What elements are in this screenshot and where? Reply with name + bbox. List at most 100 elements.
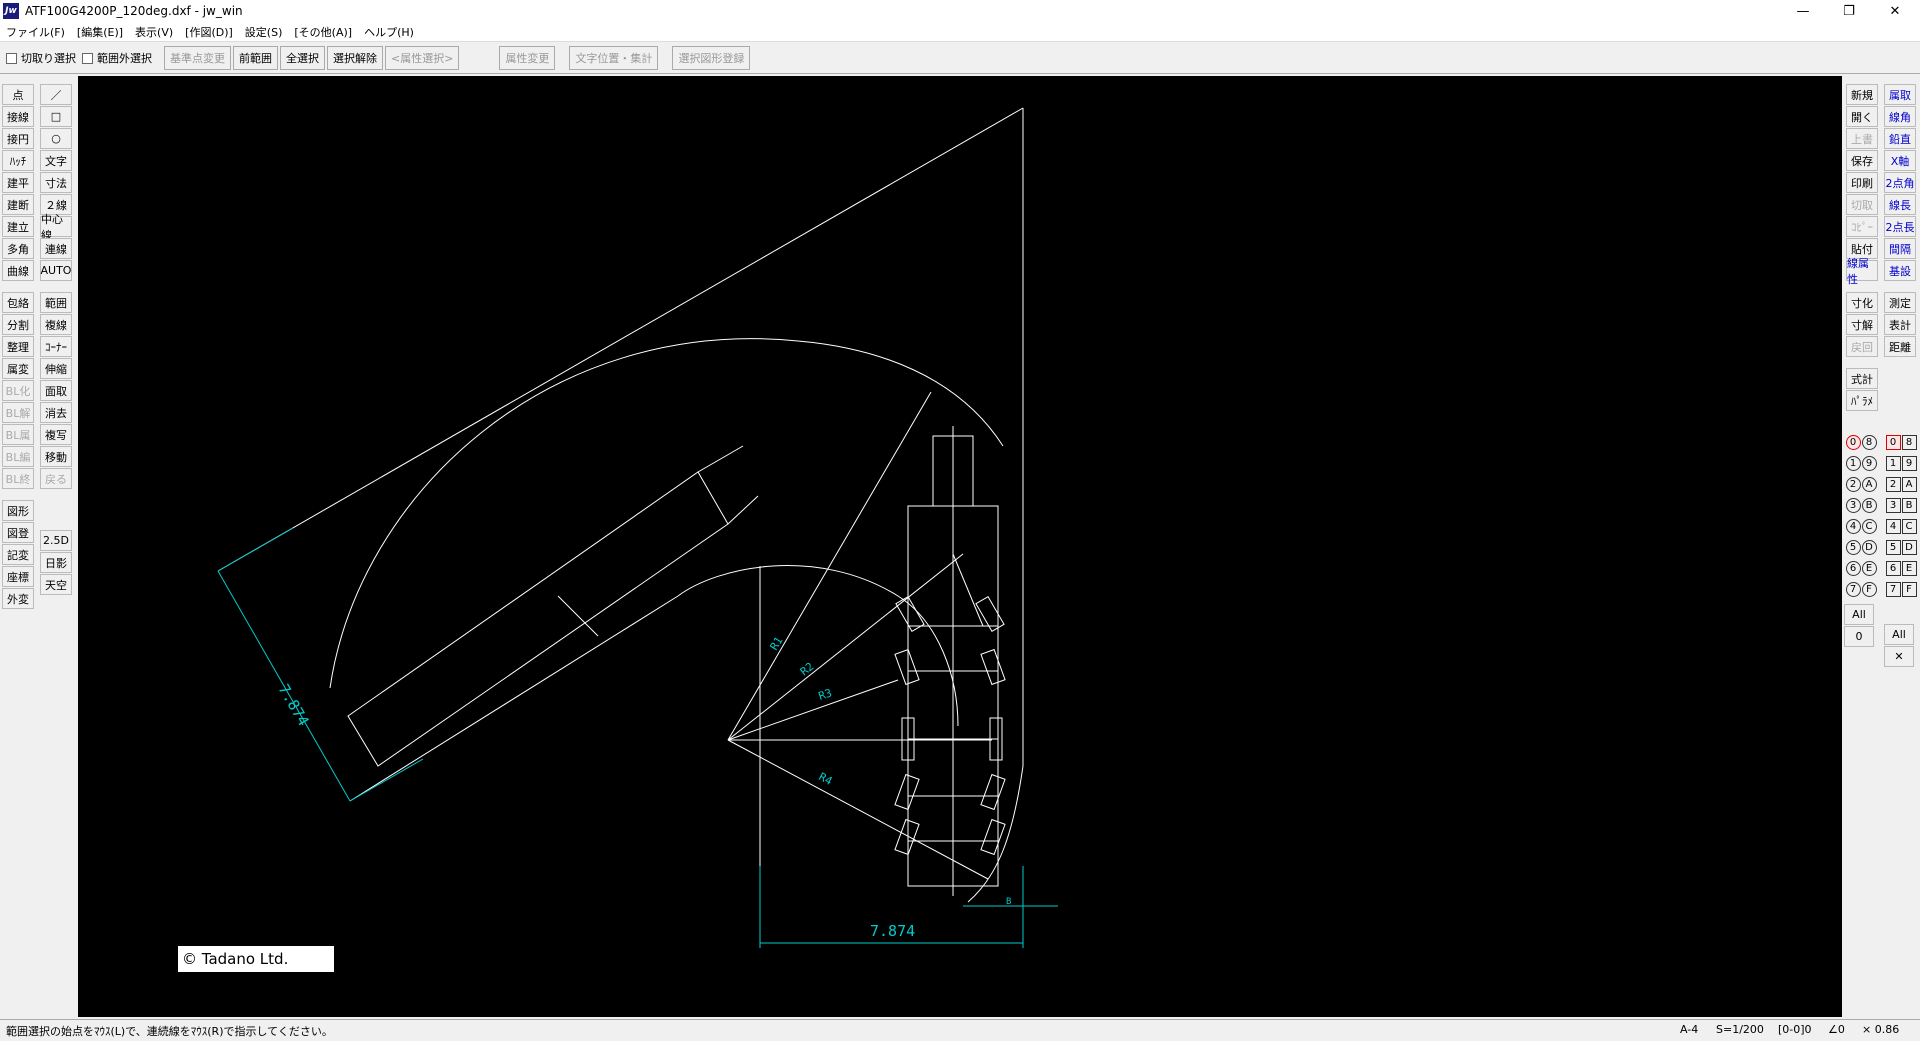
right-tool-8[interactable]: 線属性 — [1846, 257, 1878, 286]
right-tool-b-4[interactable]: 2点角 — [1884, 172, 1916, 193]
scale-indicator[interactable]: S=1/200 — [1716, 1023, 1764, 1036]
layer-group-14[interactable]: E — [1860, 560, 1878, 577]
right-tool-4[interactable]: 印刷 — [1846, 172, 1878, 193]
left-tool-12[interactable]: 属変 — [2, 358, 34, 379]
right-tool-b-3[interactable]: X軸 — [1884, 150, 1916, 171]
toolbar-button-6[interactable]: 文字位置・集計 — [569, 46, 659, 70]
layer-indicator[interactable]: [0-0]0 — [1778, 1023, 1812, 1036]
left-tool-20[interactable]: 記変 — [2, 544, 34, 565]
left-tool-6[interactable]: 建立 — [2, 216, 34, 237]
left-tool-16[interactable]: BL編 — [2, 446, 34, 467]
right-tool-b-11[interactable]: 距離 — [1884, 336, 1916, 357]
left-tool-b-17[interactable]: 戻る — [40, 468, 72, 489]
zoom-indicator[interactable]: × 0.86 — [1862, 1023, 1899, 1036]
right-tool-b-9[interactable]: 測定 — [1884, 292, 1916, 313]
layer-13[interactable]: D — [1900, 539, 1918, 556]
right-tool-b-7[interactable]: 間隔 — [1884, 238, 1916, 259]
left-tool-b-16[interactable]: 移動 — [40, 446, 72, 467]
menu-item-0[interactable]: ファイル(F) — [0, 24, 71, 40]
left-tool-3[interactable]: ﾊｯﾁ — [2, 150, 34, 171]
maximize-button[interactable]: ❐ — [1826, 0, 1872, 22]
left-tool-b-13[interactable]: 面取 — [40, 380, 72, 401]
layer-group-zero[interactable]: 0 — [1844, 626, 1874, 647]
layer-9[interactable]: 9 — [1900, 455, 1918, 472]
left-tool-b-8[interactable]: AUTO — [40, 260, 72, 281]
left-tool-11[interactable]: 整理 — [2, 336, 34, 357]
layer-11[interactable]: B — [1900, 497, 1918, 514]
cut-select-checkbox[interactable]: 切取り選択 — [6, 50, 76, 66]
left-tool-5[interactable]: 建断 — [2, 194, 34, 215]
left-tool-b-12[interactable]: 伸縮 — [40, 358, 72, 379]
right-tool-12[interactable]: 式計 — [1846, 368, 1878, 389]
left-tool-21[interactable]: 座標 — [2, 566, 34, 587]
drawing-canvas[interactable]: 7.874 7.874 R1 R2 R3 R4 B © Tadano Ltd. — [78, 76, 1842, 1017]
layer-group-12[interactable]: C — [1860, 518, 1878, 535]
left-tool-2[interactable]: 接円 — [2, 128, 34, 149]
left-tool-b-9[interactable]: 範囲 — [40, 292, 72, 313]
left-tool-17[interactable]: BL終 — [2, 468, 34, 489]
left-tool-0[interactable]: 点 — [2, 84, 34, 105]
right-tool-9[interactable]: 寸化 — [1846, 292, 1878, 313]
layer-close[interactable]: ✕ — [1884, 646, 1914, 667]
right-tool-0[interactable]: 新規 — [1846, 84, 1878, 105]
toolbar-button-5[interactable]: 属性変更 — [499, 46, 556, 70]
left-tool-b-4[interactable]: 寸法 — [40, 172, 72, 193]
layer-14[interactable]: E — [1900, 560, 1918, 577]
minimize-button[interactable]: — — [1780, 0, 1826, 22]
layer-group-15[interactable]: F — [1860, 581, 1878, 598]
left-tool-7[interactable]: 多角 — [2, 238, 34, 259]
right-tool-b-0[interactable]: 属取 — [1884, 84, 1916, 105]
right-tool-5[interactable]: 切取 — [1846, 194, 1878, 215]
left-tool-b-10[interactable]: 複線 — [40, 314, 72, 335]
left-tool-18[interactable]: 図形 — [2, 500, 34, 521]
layer-all[interactable]: All — [1884, 624, 1914, 645]
right-tool-10[interactable]: 寸解 — [1846, 314, 1878, 335]
right-tool-13[interactable]: ﾊﾟﾗﾒ — [1846, 390, 1878, 411]
left-tool-15[interactable]: BL属 — [2, 424, 34, 445]
menu-item-1[interactable]: [編集(E)] — [71, 24, 129, 40]
toolbar-button-1[interactable]: 前範囲 — [233, 46, 278, 70]
toolbar-button-4[interactable]: <属性選択> — [385, 46, 460, 70]
left-tool-10[interactable]: 分割 — [2, 314, 34, 335]
left-tool-1[interactable]: 接線 — [2, 106, 34, 127]
layer-group-all[interactable]: All — [1844, 604, 1874, 625]
right-tool-b-10[interactable]: 表計 — [1884, 314, 1916, 335]
menu-item-5[interactable]: [その他(A)] — [288, 24, 358, 40]
left-tool-b-3[interactable]: 文字 — [40, 150, 72, 171]
left-tool-b-11[interactable]: ｺｰﾅｰ — [40, 336, 72, 357]
layer-12[interactable]: C — [1900, 518, 1918, 535]
toolbar-button-2[interactable]: 全選択 — [280, 46, 325, 70]
right-tool-b-6[interactable]: 2点長 — [1884, 216, 1916, 237]
left-tool-b-0[interactable]: ／ — [40, 84, 72, 105]
menu-item-3[interactable]: [作図(D)] — [179, 24, 239, 40]
left-tool-b-7[interactable]: 連線 — [40, 238, 72, 259]
close-button[interactable]: ✕ — [1872, 0, 1918, 22]
left-tool-b-14[interactable]: 消去 — [40, 402, 72, 423]
angle-indicator[interactable]: ∠0 — [1828, 1023, 1845, 1036]
right-tool-1[interactable]: 開く — [1846, 106, 1878, 127]
right-tool-2[interactable]: 上書 — [1846, 128, 1878, 149]
left-tool-8[interactable]: 曲線 — [2, 260, 34, 281]
layer-group-9[interactable]: 9 — [1860, 455, 1878, 472]
left-tool-14[interactable]: BL解 — [2, 402, 34, 423]
right-tool-11[interactable]: 戻回 — [1846, 336, 1878, 357]
left-tool-b-19[interactable]: 日影 — [40, 552, 72, 573]
right-tool-b-5[interactable]: 線長 — [1884, 194, 1916, 215]
layer-group-11[interactable]: B — [1860, 497, 1878, 514]
left-tool-b-1[interactable]: □ — [40, 106, 72, 127]
left-tool-b-15[interactable]: 複写 — [40, 424, 72, 445]
left-tool-13[interactable]: BL化 — [2, 380, 34, 401]
right-tool-b-8[interactable]: 基設 — [1884, 260, 1916, 281]
left-tool-b-2[interactable]: ○ — [40, 128, 72, 149]
left-tool-22[interactable]: 外変 — [2, 588, 34, 609]
paper-size[interactable]: A-4 — [1680, 1023, 1698, 1036]
layer-group-13[interactable]: D — [1860, 539, 1878, 556]
toolbar-button-7[interactable]: 選択図形登録 — [672, 46, 751, 70]
right-tool-6[interactable]: ｺﾋﾟｰ — [1846, 216, 1878, 237]
right-tool-3[interactable]: 保存 — [1846, 150, 1878, 171]
left-tool-b-20[interactable]: 天空 — [40, 574, 72, 595]
layer-10[interactable]: A — [1900, 476, 1918, 493]
menu-item-6[interactable]: ヘルプ(H) — [358, 24, 420, 40]
left-tool-19[interactable]: 図登 — [2, 522, 34, 543]
menu-item-4[interactable]: 設定(S) — [239, 24, 289, 40]
